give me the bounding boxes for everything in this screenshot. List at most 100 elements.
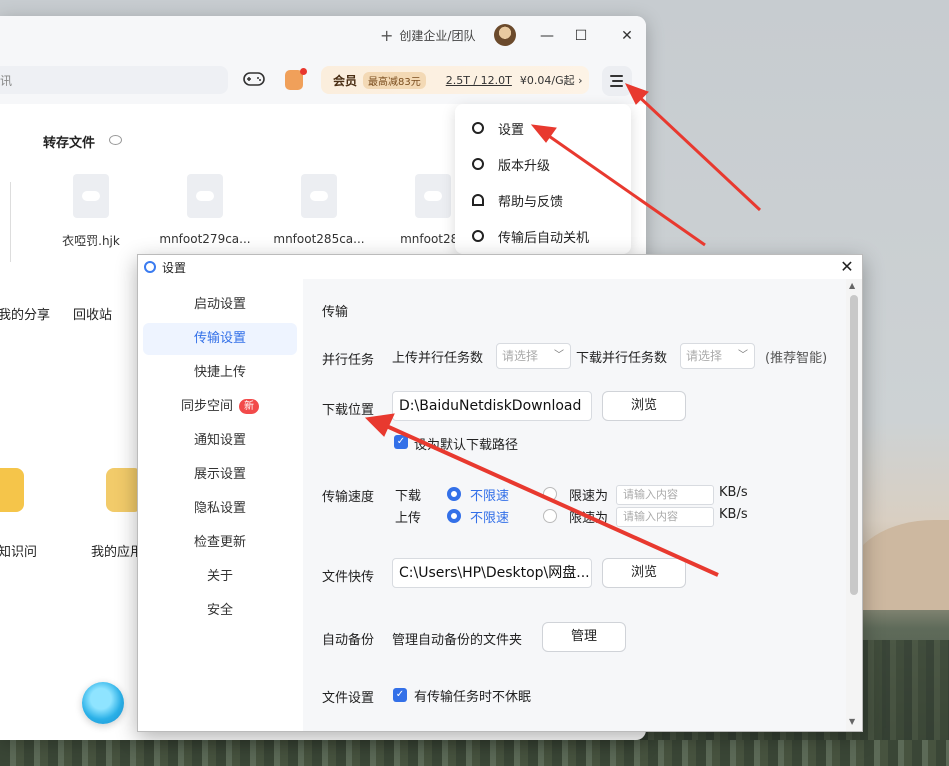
input-placeholder: 请输入内容 (623, 488, 678, 501)
sidebar-item-notification[interactable]: 通知设置 (143, 425, 297, 457)
quick-transfer-label: 文件快传 (322, 570, 375, 585)
hill-scenery (850, 520, 949, 610)
create-team-button[interactable]: + 创建企业/团队 (380, 27, 475, 44)
sidebar-item-check-update[interactable]: 检查更新 (143, 527, 297, 559)
cloud-file-icon (415, 174, 451, 218)
sidebar-item-security[interactable]: 安全 (143, 595, 297, 627)
create-team-label: 创建企业/团队 (399, 29, 476, 43)
sidebar-item-label: 隐私设置 (193, 501, 246, 516)
vip-banner[interactable]: 会员 最高减83元 2.5T / 12.0T ¥0.04/G起 › (321, 66, 589, 94)
quick-transfer-browse-button[interactable]: 浏览 (602, 558, 686, 588)
main-menu-dropdown: 设置 版本升级 帮助与反馈 传输后自动关机 (455, 104, 631, 254)
auto-backup-text: 管理自动备份的文件夹 (392, 633, 523, 648)
menu-item-label: 版本升级 (498, 158, 551, 174)
ai-assistant-icon[interactable] (82, 682, 124, 724)
unlimited-label: 不限速 (470, 511, 510, 526)
upload-speed-label: 上传 (395, 511, 422, 526)
unlimited-label: 不限速 (470, 489, 510, 504)
recommend-hint: (推荐智能) (765, 351, 828, 366)
dialog-title-bar: 设置 ✕ (138, 255, 862, 279)
input-placeholder: 请输入内容 (623, 510, 678, 523)
limit-label: 限速为 (569, 511, 609, 526)
upload-limit-radio[interactable] (543, 509, 557, 523)
menu-button[interactable] (602, 66, 632, 96)
nav-my-share[interactable]: 我的分享 (0, 304, 50, 323)
dialog-close-icon[interactable]: ✕ (836, 256, 858, 278)
settings-content: 传输 并行任务 上传并行任务数 请选择 ﹀ 下载并行任务数 请选择 ﹀ (推荐智… (303, 279, 846, 731)
search-placeholder: 讯 (0, 74, 13, 88)
upload-unlimited-radio[interactable] (447, 509, 461, 523)
no-sleep-label: 有传输任务时不休眠 (414, 690, 532, 705)
menu-item-label: 传输后自动关机 (498, 230, 590, 246)
file-item[interactable]: mnfoot285ca... (273, 174, 365, 246)
file-item[interactable]: 衣啞罚.hjk (45, 174, 137, 249)
sidebar-item-startup[interactable]: 启动设置 (143, 289, 297, 321)
cloud-file-icon (301, 174, 337, 218)
cloud-file-icon (73, 174, 109, 218)
sidebar-item-label: 通知设置 (193, 433, 246, 448)
maximize-icon[interactable]: ☐ (570, 25, 592, 47)
sidebar-item-quick-upload[interactable]: 快捷上传 (143, 357, 297, 389)
knowledge-app-icon[interactable] (0, 468, 24, 512)
upload-parallel-label: 上传并行任务数 (392, 351, 484, 366)
default-path-checkbox[interactable]: ✓ (394, 435, 408, 449)
nav-recycle-bin[interactable]: 回收站 (73, 304, 112, 323)
chevron-down-icon: ﹀ (554, 350, 564, 361)
sidebar-item-privacy[interactable]: 隐私设置 (143, 493, 297, 525)
menu-item-upgrade[interactable]: 版本升级 (455, 146, 631, 182)
avatar[interactable] (494, 24, 516, 46)
sidebar-item-label: 传输设置 (193, 331, 246, 346)
sidebar-item-transfer[interactable]: 传输设置 (143, 323, 297, 355)
storage-usage: 2.5T / 12.0T (445, 73, 512, 87)
file-item[interactable]: mnfoot279ca... (159, 174, 251, 246)
download-parallel-label: 下载并行任务数 (576, 351, 668, 366)
eye-icon[interactable] (109, 135, 122, 145)
minimize-icon[interactable]: — (536, 25, 558, 47)
menu-icon-line (612, 80, 623, 82)
new-badge: 新 (239, 399, 259, 414)
sidebar-item-label: 检查更新 (193, 535, 246, 550)
upload-parallel-select[interactable]: 请选择 ﹀ (496, 343, 571, 369)
sidebar-item-label: 启动设置 (193, 297, 246, 312)
settings-scrollbar[interactable]: ▲ ▼ (846, 279, 862, 731)
scroll-down-icon[interactable]: ▼ (849, 717, 855, 726)
search-input[interactable]: 讯 (0, 66, 228, 94)
notification-dot (300, 68, 307, 75)
close-icon[interactable]: ✕ (616, 25, 638, 47)
download-limit-radio[interactable] (543, 487, 557, 501)
vip-price: ¥0.04/G起 › (519, 74, 583, 87)
menu-item-settings[interactable]: 设置 (455, 110, 631, 146)
sidebar-item-sync-space[interactable]: 同步空间新 (143, 391, 297, 423)
scroll-up-icon[interactable]: ▲ (849, 281, 855, 290)
limit-label: 限速为 (569, 489, 609, 504)
dialog-title: 设置 (162, 261, 187, 275)
quick-transfer-path-field[interactable]: C:\Users\HP\Desktop\网盘... (392, 558, 592, 588)
tile-label: 我的应用 (91, 545, 144, 560)
download-location-label: 下载位置 (322, 403, 375, 418)
select-placeholder: 请选择 (686, 349, 723, 363)
download-unlimited-radio[interactable] (447, 487, 461, 501)
menu-icon (610, 75, 623, 77)
sidebar-item-about[interactable]: 关于 (143, 561, 297, 593)
upload-limit-input[interactable]: 请输入内容 (616, 507, 714, 527)
download-parallel-select[interactable]: 请选择 ﹀ (680, 343, 755, 369)
sidebar-item-display[interactable]: 展示设置 (143, 459, 297, 491)
auto-backup-label: 自动备份 (322, 633, 375, 648)
power-icon (472, 230, 484, 242)
menu-item-help[interactable]: 帮助与反馈 (455, 182, 631, 218)
sidebar-item-label: 快捷上传 (193, 365, 246, 380)
divider (10, 182, 11, 262)
menu-item-auto-shutdown[interactable]: 传输后自动关机 (455, 218, 631, 254)
scroll-thumb[interactable] (850, 295, 858, 595)
no-sleep-checkbox[interactable]: ✓ (393, 688, 407, 702)
headset-icon (472, 194, 484, 206)
vip-discount-badge: 最高减83元 (363, 71, 426, 89)
download-browse-button[interactable]: 浏览 (602, 391, 686, 421)
gamepad-icon[interactable] (243, 71, 265, 87)
download-path-field[interactable]: D:\BaiduNetdiskDownload (392, 391, 592, 421)
download-limit-input[interactable]: 请输入内容 (616, 485, 714, 505)
menu-item-label: 帮助与反馈 (498, 194, 564, 210)
manage-backup-button[interactable]: 管理 (542, 622, 626, 652)
sidebar-item-label: 关于 (206, 569, 233, 584)
sidebar-item-label: 同步空间 (180, 399, 233, 414)
